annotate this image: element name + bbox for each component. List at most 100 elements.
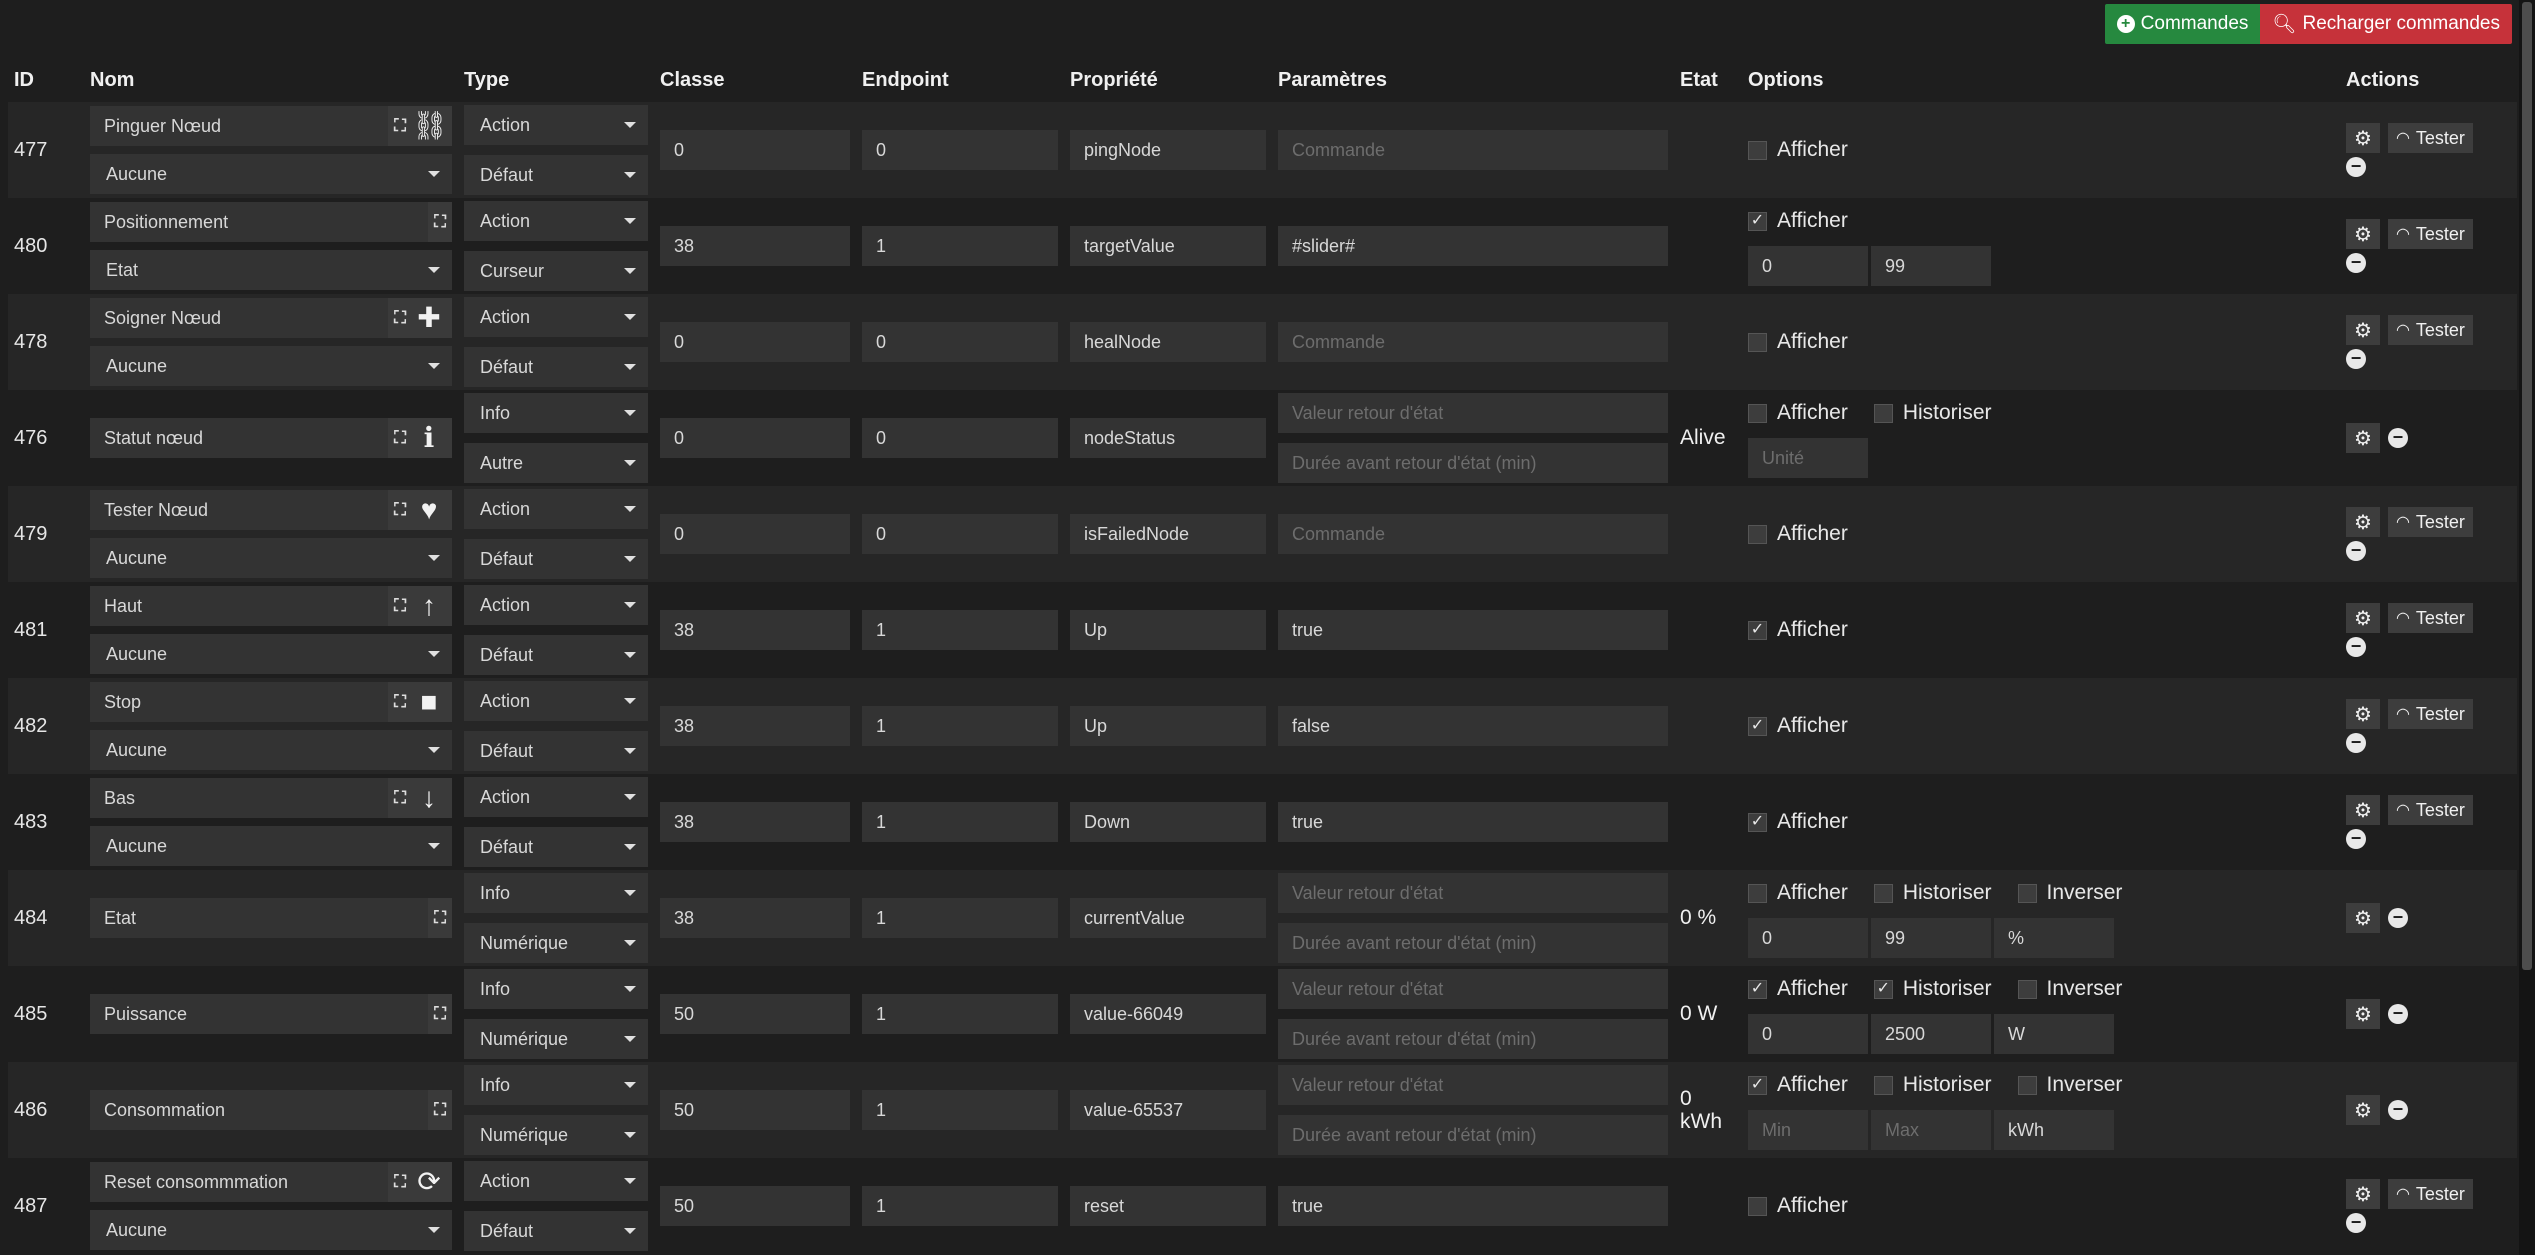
- endpoint-input[interactable]: 1: [862, 706, 1058, 746]
- value-select[interactable]: Aucune: [90, 634, 452, 674]
- checkbox-afficher[interactable]: [1748, 403, 1767, 423]
- refresh-icon[interactable]: ⟳: [412, 1162, 446, 1202]
- classe-input[interactable]: 0: [660, 418, 850, 458]
- checkbox-afficher[interactable]: [1748, 1196, 1767, 1216]
- type-select[interactable]: Action: [464, 681, 648, 721]
- checkbox-afficher[interactable]: ✓: [1748, 812, 1767, 832]
- param-input[interactable]: false: [1278, 706, 1668, 746]
- checkbox-inverser[interactable]: [2017, 979, 2037, 999]
- remove-icon[interactable]: −: [2387, 428, 2408, 448]
- name-input[interactable]: Etat: [90, 898, 429, 938]
- test-button[interactable]: ◠ Tester: [2387, 507, 2473, 537]
- name-input[interactable]: Stop: [90, 682, 389, 722]
- sitemap-icon[interactable]: ⛓: [412, 106, 448, 146]
- name-input[interactable]: Positionnement: [90, 202, 429, 242]
- value-select[interactable]: Aucune: [90, 1210, 452, 1250]
- zwave-icon[interactable]: ⛶: [394, 692, 406, 712]
- subtype-select[interactable]: Défaut: [464, 1211, 648, 1251]
- value-select[interactable]: Aucune: [90, 826, 452, 866]
- zwave-icon[interactable]: ⛶: [434, 1100, 446, 1120]
- afficher-option[interactable]: Afficher: [1748, 330, 1848, 354]
- property-input[interactable]: currentValue: [1070, 898, 1266, 938]
- configure-button[interactable]: ⚙: [2346, 1095, 2380, 1125]
- medkit-icon[interactable]: ✚: [412, 298, 446, 338]
- property-input[interactable]: pingNode: [1070, 130, 1266, 170]
- endpoint-input[interactable]: 1: [862, 802, 1058, 842]
- return-value-input[interactable]: Valeur retour d'état: [1278, 393, 1668, 433]
- value-select[interactable]: Aucune: [90, 538, 452, 578]
- test-button[interactable]: ◠ Tester: [2387, 315, 2473, 345]
- configure-button[interactable]: ⚙: [2346, 1179, 2380, 1209]
- max-input[interactable]: 99: [1871, 918, 1991, 958]
- classe-input[interactable]: 38: [660, 610, 850, 650]
- afficher-option[interactable]: ✓ Afficher: [1748, 618, 1848, 642]
- type-select[interactable]: Info: [464, 1065, 648, 1105]
- endpoint-input[interactable]: 1: [862, 1090, 1058, 1130]
- configure-button[interactable]: ⚙: [2346, 123, 2380, 153]
- test-button[interactable]: ◠ Tester: [2387, 795, 2473, 825]
- remove-icon[interactable]: −: [2346, 733, 2366, 753]
- classe-input[interactable]: 0: [660, 130, 850, 170]
- name-input[interactable]: Soigner Nœud: [90, 298, 389, 338]
- param-input[interactable]: true: [1278, 802, 1668, 842]
- zwave-icon[interactable]: ⛶: [394, 788, 406, 808]
- type-select[interactable]: Info: [464, 969, 648, 1009]
- endpoint-input[interactable]: 0: [862, 322, 1058, 362]
- zwave-icon[interactable]: ⛶: [434, 212, 446, 232]
- info-icon[interactable]: ℹ: [412, 418, 446, 458]
- name-input[interactable]: Tester Nœud: [90, 490, 389, 530]
- subtype-select[interactable]: Défaut: [464, 539, 648, 579]
- test-button[interactable]: ◠ Tester: [2387, 699, 2473, 729]
- subtype-select[interactable]: Numérique: [464, 1019, 648, 1059]
- property-input[interactable]: Down: [1070, 802, 1266, 842]
- classe-input[interactable]: 0: [660, 514, 850, 554]
- endpoint-input[interactable]: 0: [862, 418, 1058, 458]
- property-input[interactable]: isFailedNode: [1070, 514, 1266, 554]
- subtype-select[interactable]: Défaut: [464, 635, 648, 675]
- min-input[interactable]: Min: [1748, 1110, 1868, 1150]
- type-select[interactable]: Info: [464, 393, 648, 433]
- checkbox-inverser[interactable]: [2017, 1075, 2037, 1095]
- endpoint-input[interactable]: 1: [862, 898, 1058, 938]
- checkbox-inverser[interactable]: [2017, 883, 2037, 903]
- zwave-icon[interactable]: ⛶: [434, 1004, 446, 1024]
- stop-icon[interactable]: ■: [412, 682, 446, 722]
- param-input[interactable]: true: [1278, 610, 1668, 650]
- afficher-option[interactable]: ✓ Afficher: [1748, 714, 1848, 738]
- name-input[interactable]: Reset consommmation: [90, 1162, 389, 1202]
- subtype-select[interactable]: Autre: [464, 443, 648, 483]
- inverser-option[interactable]: Inverser: [2017, 881, 2122, 905]
- checkbox-afficher[interactable]: ✓: [1748, 716, 1767, 736]
- type-select[interactable]: Action: [464, 585, 648, 625]
- property-input[interactable]: value-66049: [1070, 994, 1266, 1034]
- name-input[interactable]: Pinguer Nœud: [90, 106, 389, 146]
- subtype-select[interactable]: Défaut: [464, 347, 648, 387]
- checkbox-historiser[interactable]: [1873, 1075, 1893, 1095]
- type-select[interactable]: Action: [464, 105, 648, 145]
- classe-input[interactable]: 50: [660, 1090, 850, 1130]
- property-input[interactable]: Up: [1070, 610, 1266, 650]
- afficher-option[interactable]: Afficher: [1748, 522, 1848, 546]
- value-select[interactable]: Etat: [90, 250, 452, 290]
- zwave-icon[interactable]: ⛶: [434, 908, 446, 928]
- configure-button[interactable]: ⚙: [2346, 795, 2380, 825]
- name-input[interactable]: Haut: [90, 586, 389, 626]
- classe-input[interactable]: 0: [660, 322, 850, 362]
- test-button[interactable]: ◠ Tester: [2387, 603, 2473, 633]
- return-delay-input[interactable]: Durée avant retour d'état (min): [1278, 1115, 1668, 1155]
- inverser-option[interactable]: Inverser: [2017, 1073, 2122, 1097]
- zwave-icon[interactable]: ⛶: [394, 428, 406, 448]
- checkbox-afficher[interactable]: [1748, 524, 1767, 544]
- configure-button[interactable]: ⚙: [2346, 699, 2380, 729]
- type-select[interactable]: Action: [464, 1161, 648, 1201]
- subtype-select[interactable]: Défaut: [464, 155, 648, 195]
- remove-icon[interactable]: −: [2346, 253, 2366, 273]
- historiser-option[interactable]: Historiser: [1873, 1073, 1992, 1097]
- zwave-icon[interactable]: ⛶: [394, 596, 406, 616]
- test-button[interactable]: ◠ Tester: [2387, 123, 2473, 153]
- type-select[interactable]: Info: [464, 873, 648, 913]
- param-input[interactable]: #slider#: [1278, 226, 1668, 266]
- endpoint-input[interactable]: 1: [862, 1186, 1058, 1226]
- name-input[interactable]: Consommation: [90, 1090, 429, 1130]
- remove-icon[interactable]: −: [2346, 349, 2366, 369]
